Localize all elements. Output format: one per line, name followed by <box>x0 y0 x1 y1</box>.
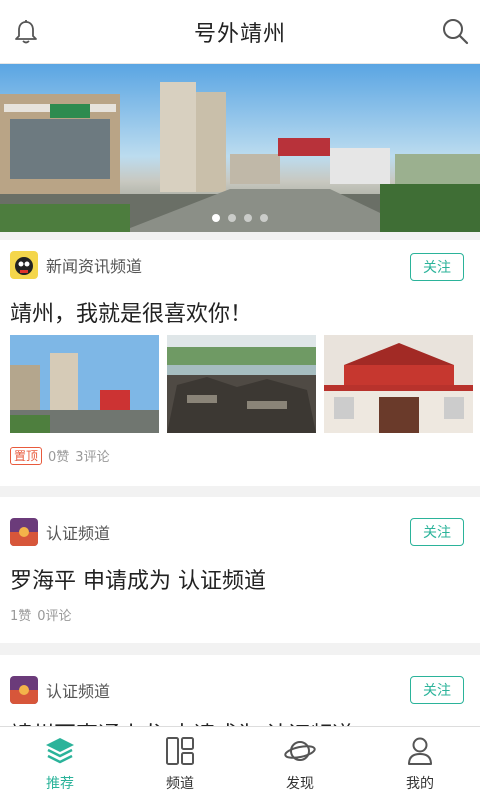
feed-card[interactable]: 认证频道 关注 靖州百事通小龙 申请成为 认证频道 <box>0 655 480 735</box>
grid-icon <box>166 737 194 765</box>
tab-label: 频道 <box>166 776 194 792</box>
channel-row[interactable]: 认证频道 <box>10 517 110 547</box>
post-thumbnail[interactable] <box>324 335 473 433</box>
comment-count: 0评论 <box>37 609 72 624</box>
post-title[interactable]: 罗海平 申请成为 认证频道 <box>10 563 266 595</box>
city-photo <box>0 64 480 232</box>
tab-mine[interactable]: 我的 <box>360 727 480 800</box>
tab-label: 发现 <box>286 776 314 792</box>
tab-recommend[interactable]: 推荐 <box>0 727 120 800</box>
channel-avatar <box>10 676 38 704</box>
like-count: 0赞 <box>48 450 70 465</box>
like-count: 1赞 <box>10 609 32 624</box>
channel-avatar <box>10 518 38 546</box>
search-icon[interactable] <box>440 16 470 46</box>
channel-row[interactable]: 认证频道 <box>10 675 110 705</box>
tab-label: 我的 <box>406 776 434 792</box>
feed-card[interactable]: 认证频道 关注 罗海平 申请成为 认证频道 1赞 0评论 <box>0 497 480 643</box>
bottom-tab-bar: 推荐 频道 发现 我的 <box>0 726 480 800</box>
person-icon <box>408 737 432 765</box>
follow-button[interactable]: 关注 <box>410 253 464 281</box>
carousel-dot[interactable] <box>212 214 220 222</box>
app-title: 号外靖州 <box>193 21 286 47</box>
channel-name: 新闻资讯频道 <box>46 257 143 276</box>
post-meta: 1赞 0评论 <box>10 605 72 624</box>
app-header: 号外靖州 <box>0 0 480 64</box>
carousel-dot[interactable] <box>228 214 236 222</box>
pinned-badge: 置顶 <box>10 446 43 465</box>
post-thumbnail[interactable] <box>167 335 316 433</box>
post-thumbnail[interactable] <box>10 335 159 433</box>
tab-channels[interactable]: 频道 <box>120 727 240 800</box>
tab-discover[interactable]: 发现 <box>240 727 360 800</box>
channel-row[interactable]: 新闻资讯频道 <box>10 250 142 280</box>
bell-icon[interactable] <box>12 18 40 46</box>
layers-icon <box>46 738 74 764</box>
planet-icon <box>284 741 316 761</box>
post-meta: 置顶 0赞 3评论 <box>10 446 110 465</box>
comment-count: 3评论 <box>75 450 110 465</box>
channel-avatar <box>10 251 38 279</box>
channel-name: 认证频道 <box>46 682 111 701</box>
follow-button[interactable]: 关注 <box>410 676 464 704</box>
carousel-dot[interactable] <box>244 214 252 222</box>
post-images <box>10 335 480 433</box>
banner-carousel[interactable] <box>0 64 480 232</box>
tab-label: 推荐 <box>46 776 74 792</box>
post-title[interactable]: 靖州，我就是很喜欢你！ <box>10 296 252 328</box>
carousel-indicator <box>0 214 480 222</box>
channel-name: 认证频道 <box>46 524 111 543</box>
carousel-dot[interactable] <box>260 214 268 222</box>
follow-button[interactable]: 关注 <box>410 518 464 546</box>
